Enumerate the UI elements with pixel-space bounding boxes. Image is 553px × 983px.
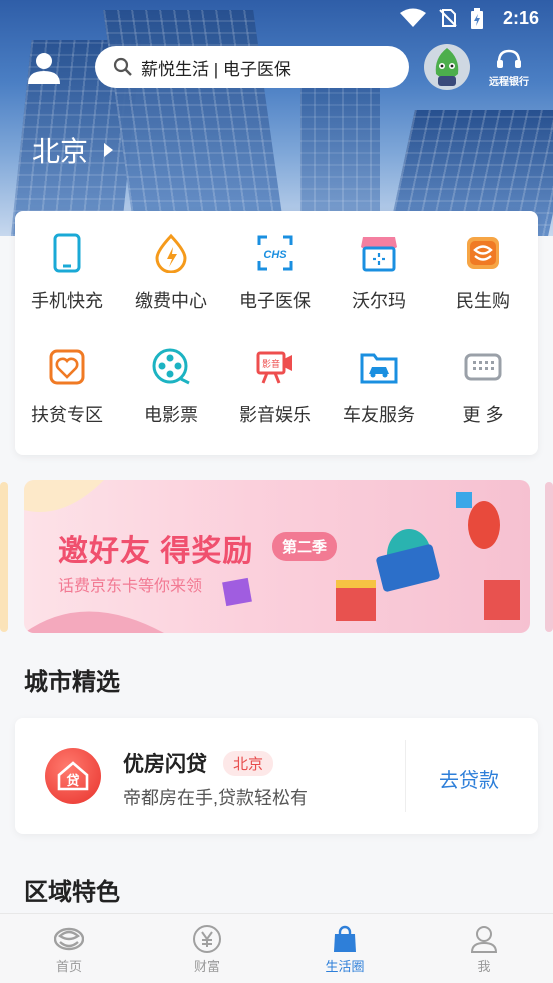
headset-icon	[497, 49, 521, 68]
profile-icon[interactable]	[24, 48, 64, 88]
tab-home[interactable]: 首页	[19, 924, 119, 975]
minsheng-shop-icon	[467, 237, 499, 269]
service-poverty-relief[interactable]: 扶贫专区	[15, 347, 119, 427]
hero-banner: 2:16 薪悦生活 | 电子医保 远程银行 北京	[0, 0, 553, 236]
service-more[interactable]: 更 多	[431, 347, 535, 427]
building-image	[103, 10, 287, 236]
service-label: 民生购	[456, 291, 510, 311]
service-payment-center[interactable]: 缴费中心	[119, 233, 223, 313]
video-camera-icon: 影音	[256, 351, 292, 384]
banner-title: 邀好友 得奖励	[58, 535, 254, 568]
mascot-icon	[435, 48, 459, 86]
remote-bank-label: 远程银行	[489, 77, 529, 88]
service-label: 电影票	[144, 405, 198, 425]
no-sim-icon	[439, 9, 457, 27]
section-title-regional: 区域特色	[24, 879, 120, 906]
caret-right-icon	[104, 143, 114, 157]
bottom-tab-bar: 首页 财富 生活圈 我	[0, 913, 553, 983]
service-label: 沃尔玛	[352, 291, 406, 311]
phone-recharge-icon	[53, 233, 81, 273]
tab-label: 财富	[193, 959, 220, 974]
svg-text:影音: 影音	[262, 358, 280, 370]
clock: 2:16	[502, 8, 539, 28]
search-text: 薪悦生活 | 电子医保	[141, 59, 291, 79]
svg-text:CHS: CHS	[263, 249, 287, 261]
service-label: 更 多	[462, 405, 504, 425]
minsheng-logo-icon	[54, 927, 84, 951]
yuan-icon	[193, 925, 221, 953]
section-title-city-picks: 城市精选	[24, 669, 120, 696]
loan-name: 优房闪贷	[123, 753, 207, 776]
search-icon	[113, 57, 132, 76]
service-chs-medical[interactable]: CHS 电子医保	[223, 233, 327, 313]
apply-loan-button[interactable]: 去贷款	[439, 764, 499, 793]
service-car-owner[interactable]: 车友服务	[327, 347, 431, 427]
loan-description: 帝都房在手,贷款轻松有	[123, 788, 308, 808]
carousel-next-peek[interactable]	[545, 482, 553, 632]
tab-life-circle[interactable]: 生活圈	[295, 924, 395, 975]
status-bar: 2:16	[0, 0, 553, 36]
search-bar[interactable]: 薪悦生活 | 电子医保	[95, 46, 409, 88]
service-label: 手机快充	[31, 291, 103, 311]
service-label: 扶贫专区	[31, 405, 103, 425]
service-label: 缴费中心	[135, 291, 207, 311]
city-tag: 北京	[223, 751, 274, 776]
service-minsheng-shop[interactable]: 民生购	[431, 233, 535, 313]
loan-card[interactable]: 贷 优房闪贷 北京 帝都房在手,贷款轻松有 去贷款	[15, 718, 538, 834]
services-grid: 手机快充 缴费中心 CHS 电子医保 沃尔玛 民生购 扶贫专区 电影票 影音 影…	[15, 211, 538, 455]
remote-bank-button[interactable]: 远程银行	[484, 48, 534, 88]
poverty-relief-icon	[49, 349, 85, 385]
wifi-icon	[400, 8, 426, 27]
service-label: 车友服务	[343, 405, 415, 425]
loan-logo: 贷	[45, 748, 101, 804]
service-movie-ticket[interactable]: 电影票	[119, 347, 223, 427]
chs-medical-icon: CHS	[257, 235, 293, 271]
person-icon	[470, 926, 498, 953]
city-name: 北京	[32, 136, 89, 167]
banner-subtitle: 话费京东卡等你来领	[58, 578, 203, 595]
shopping-bag-icon	[334, 925, 356, 952]
tab-label: 首页	[55, 959, 82, 974]
house-loan-icon: 贷	[57, 761, 89, 791]
tab-label: 我	[477, 959, 491, 974]
banner-season-badge: 第二季	[272, 532, 338, 561]
svg-text:贷: 贷	[66, 773, 79, 789]
service-video-entertainment[interactable]: 影音 影音娱乐	[223, 347, 327, 427]
service-label: 影音娱乐	[239, 405, 311, 425]
carousel-prev-peek[interactable]	[0, 482, 8, 632]
service-phone-recharge[interactable]: 手机快充	[15, 233, 119, 313]
car-folder-icon	[360, 353, 398, 384]
service-label: 电子医保	[239, 291, 311, 311]
walmart-store-icon	[361, 237, 397, 272]
mascot-avatar[interactable]	[424, 44, 470, 90]
film-reel-icon	[152, 348, 190, 385]
tab-me[interactable]: 我	[434, 924, 534, 975]
service-walmart[interactable]: 沃尔玛	[327, 233, 431, 313]
tab-wealth[interactable]: 财富	[157, 924, 257, 975]
battery-charging-icon	[471, 8, 483, 29]
keyboard-more-icon	[464, 353, 502, 381]
payment-center-icon	[155, 233, 187, 273]
city-selector[interactable]: 北京	[32, 130, 114, 170]
divider	[405, 740, 406, 812]
promo-banner[interactable]: 邀好友 得奖励 第二季 话费京东卡等你来领	[24, 480, 530, 633]
tab-label: 生活圈	[325, 959, 365, 974]
